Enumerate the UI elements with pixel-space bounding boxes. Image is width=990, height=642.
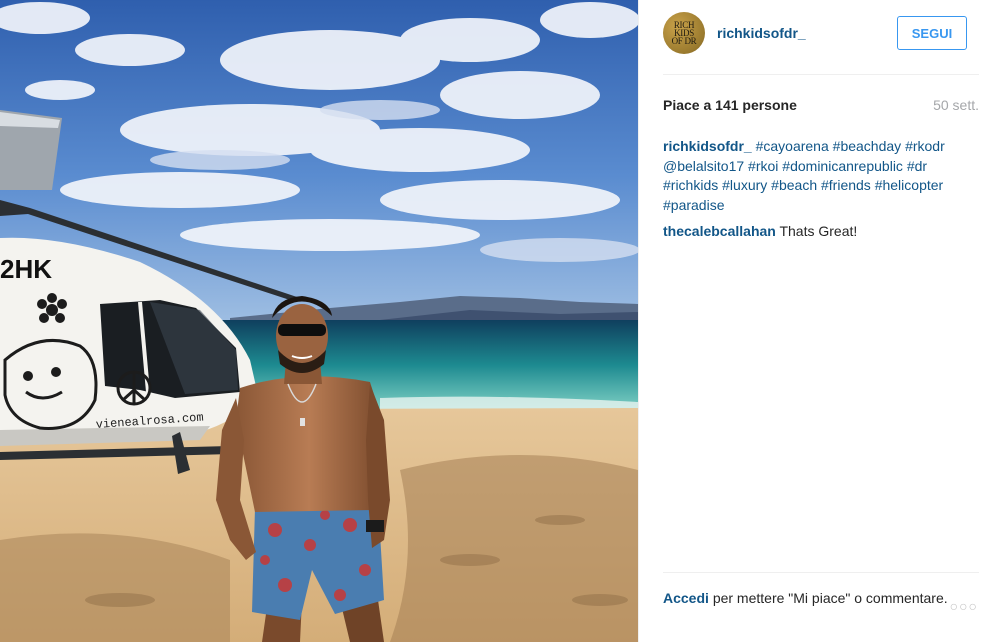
hashtag-link[interactable]: #dr (907, 158, 927, 174)
login-link[interactable]: Accedi (663, 590, 709, 606)
hashtag-link[interactable]: #rkoi (748, 158, 778, 174)
hashtag-link[interactable]: #paradise (663, 197, 725, 213)
hashtag-link[interactable]: #friends (821, 177, 871, 193)
avatar-logo-text: RICH KIDS OF DR (671, 20, 697, 46)
hashtag-link[interactable]: #beachday (833, 138, 902, 154)
likes-row: Piace a 141 persone 50 sett. (663, 97, 979, 113)
post-header: RICH KIDS OF DR richkidsofdr_ SEGUI (663, 12, 979, 54)
ellipsis-icon[interactable]: ○○○ (950, 598, 978, 614)
footer-divider (663, 572, 979, 573)
hashtag-link[interactable]: #richkids (663, 177, 718, 193)
comments-list: richkidsofdr_ #cayoarena #beachday #rkod… (663, 137, 969, 249)
hashtag-link[interactable]: #helicopter (875, 177, 944, 193)
likes-count[interactable]: Piace a 141 persone (663, 97, 797, 113)
comment-username[interactable]: thecalebcallahan (663, 223, 776, 239)
avatar[interactable]: RICH KIDS OF DR (663, 12, 705, 54)
login-prompt-text: per mettere "Mi piace" o commentare. (712, 590, 948, 606)
comment-item: thecalebcallahan Thats Great! (663, 222, 969, 242)
login-prompt: Accedi per mettere "Mi piace" o commenta… (663, 588, 979, 608)
hashtag-link[interactable]: #luxury (722, 177, 767, 193)
post-details-panel: RICH KIDS OF DR richkidsofdr_ SEGUI Piac… (638, 0, 990, 642)
beach-helicopter-photo: 2HK vienealrosa.com (0, 0, 638, 642)
follow-button[interactable]: SEGUI (897, 16, 967, 50)
post-age[interactable]: 50 sett. (933, 97, 979, 113)
comment-username[interactable]: richkidsofdr_ (663, 138, 752, 154)
username-link[interactable]: richkidsofdr_ (717, 25, 806, 41)
post-photo[interactable]: 2HK vienealrosa.com (0, 0, 638, 642)
header-divider (663, 74, 979, 75)
hashtag-link[interactable]: #dominicanrepublic (782, 158, 903, 174)
comment-item: richkidsofdr_ #cayoarena #beachday #rkod… (663, 137, 969, 215)
mention-link[interactable]: @belalsito17 (663, 158, 744, 174)
hashtag-link[interactable]: #beach (771, 177, 817, 193)
comment-text: Thats Great! (779, 223, 858, 239)
hashtag-link[interactable]: #rkodr (905, 138, 945, 154)
hashtag-link[interactable]: #cayoarena (756, 138, 829, 154)
aircraft-registration: 2HK (0, 254, 52, 284)
